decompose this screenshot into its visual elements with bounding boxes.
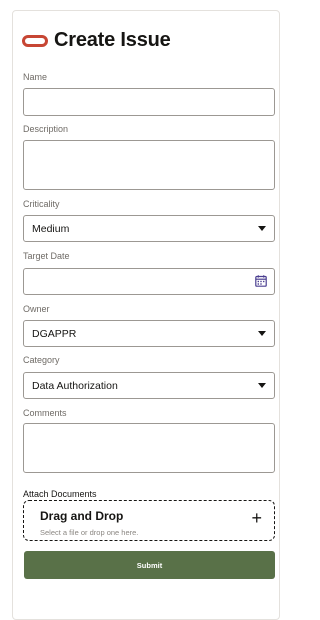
attach-documents-label: Attach Documents — [23, 489, 97, 499]
comments-textarea[interactable] — [23, 423, 275, 473]
owner-value: DGAPPR — [32, 327, 77, 340]
criticality-label: Criticality — [23, 199, 60, 209]
owner-select[interactable]: DGAPPR — [23, 320, 275, 347]
oracle-logo-icon — [22, 34, 48, 47]
calendar-icon[interactable] — [255, 275, 267, 287]
chevron-down-icon — [258, 226, 266, 231]
target-date-input[interactable] — [23, 268, 275, 295]
chevron-down-icon — [258, 383, 266, 388]
owner-label: Owner — [23, 304, 50, 314]
page-title: Create Issue — [54, 29, 171, 51]
category-value: Data Authorization — [32, 379, 118, 392]
target-date-label: Target Date — [23, 251, 70, 261]
category-select[interactable]: Data Authorization — [23, 372, 275, 399]
chevron-down-icon — [258, 331, 266, 336]
submit-button[interactable]: Submit — [24, 551, 275, 579]
description-label: Description — [23, 124, 69, 134]
page-header: Create Issue — [22, 29, 171, 52]
plus-icon[interactable]: + — [251, 509, 262, 527]
file-drop-zone[interactable]: Drag and Drop Select a file or drop one … — [23, 500, 275, 541]
drop-zone-subtitle: Select a file or drop one here. — [40, 528, 139, 537]
name-input[interactable] — [23, 88, 275, 116]
criticality-value: Medium — [32, 222, 70, 235]
description-textarea[interactable] — [23, 140, 275, 190]
comments-label: Comments — [23, 408, 67, 418]
drop-zone-title: Drag and Drop — [40, 509, 124, 523]
criticality-select[interactable]: Medium — [23, 215, 275, 242]
category-label: Category — [23, 355, 60, 365]
name-label: Name — [23, 72, 48, 82]
